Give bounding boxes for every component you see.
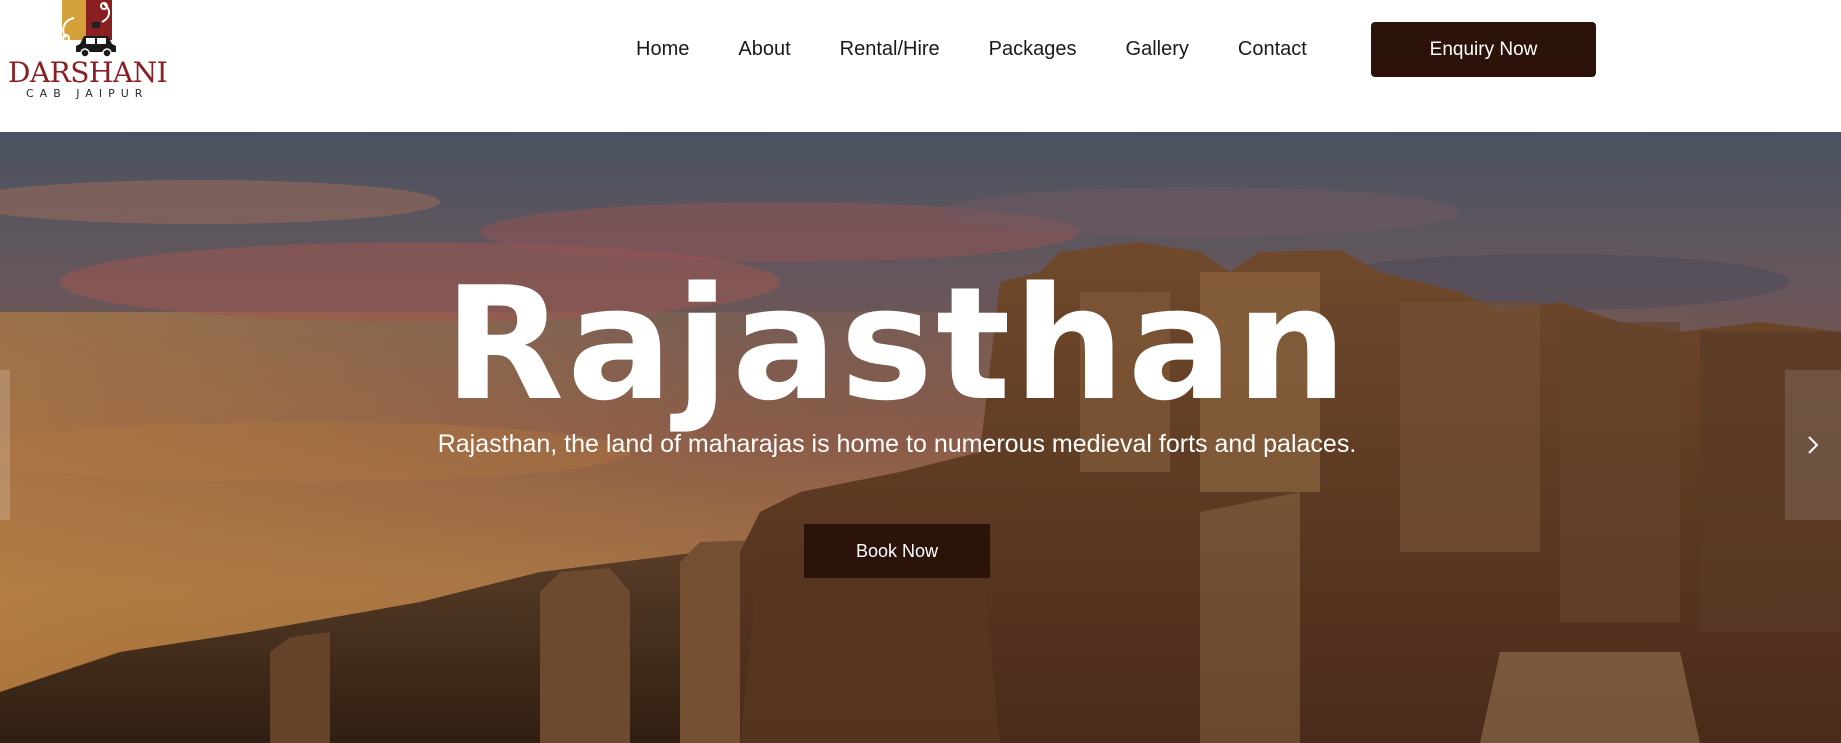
logo-map-taxi-icon	[62, 0, 116, 58]
logo-brand-name: DARSHANI	[8, 56, 168, 89]
hero-slider: Rajasthan Rajasthan, the land of maharaj…	[0, 132, 1841, 743]
slider-prev-button[interactable]	[0, 370, 10, 520]
slider-next-button[interactable]	[1785, 370, 1841, 520]
hero-title: Rajasthan	[444, 253, 1350, 435]
nav-item-contact[interactable]: Contact	[1238, 38, 1307, 61]
logo-tagline: CAB JAIPUR	[26, 87, 149, 100]
nav-item-about[interactable]: About	[738, 38, 790, 61]
enquiry-now-button[interactable]: Enquiry Now	[1371, 22, 1596, 77]
nav-item-rental-hire[interactable]: Rental/Hire	[840, 38, 940, 61]
site-header: DARSHANI CAB JAIPUR Home About Rental/Hi…	[0, 0, 1841, 132]
main-nav: Home About Rental/Hire Packages Gallery …	[636, 36, 1307, 62]
site-logo[interactable]: DARSHANI CAB JAIPUR	[8, 0, 168, 104]
nav-item-packages[interactable]: Packages	[989, 38, 1077, 61]
nav-item-gallery[interactable]: Gallery	[1126, 38, 1189, 61]
nav-item-home[interactable]: Home	[636, 38, 689, 61]
hero-subtitle: Rajasthan, the land of maharajas is home…	[437, 430, 1357, 458]
book-now-button[interactable]: Book Now	[804, 524, 990, 578]
chevron-right-icon	[1808, 436, 1819, 454]
